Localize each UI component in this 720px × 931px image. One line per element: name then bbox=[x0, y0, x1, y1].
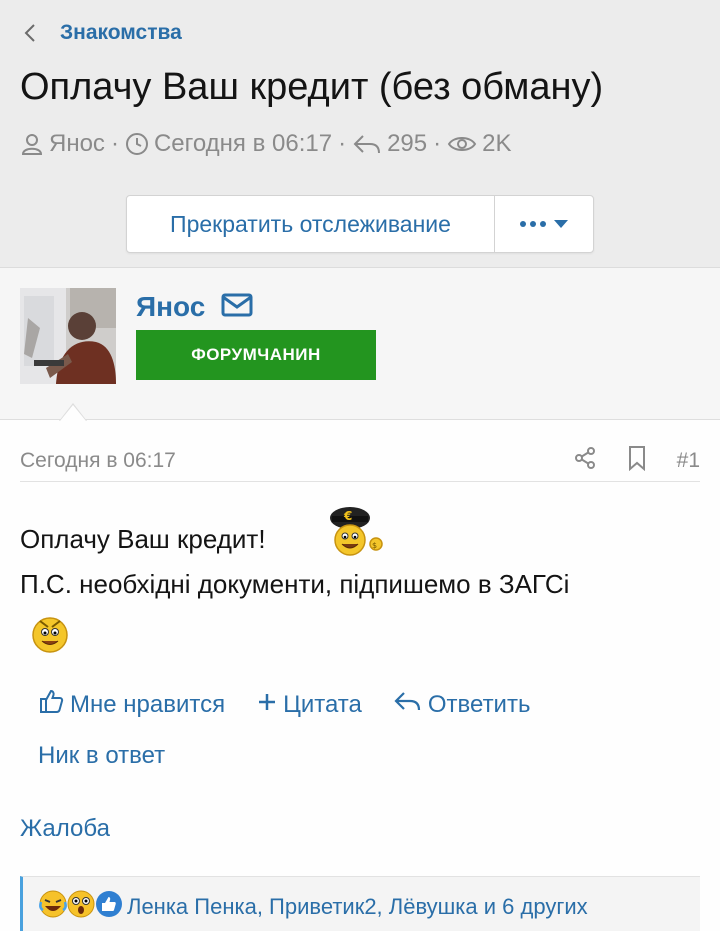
like-reaction-icon bbox=[93, 888, 125, 926]
quote-button[interactable]: Цитата bbox=[257, 691, 362, 719]
svg-text:€: € bbox=[343, 509, 352, 523]
post-actions: Мне нравится Цитата Ответить bbox=[38, 688, 530, 721]
plus-icon bbox=[257, 691, 277, 719]
reply-icon bbox=[352, 132, 382, 156]
unwatch-button[interactable]: Прекратить отслеживание bbox=[127, 196, 495, 252]
user-role-badge: ФОРУМЧАНИН bbox=[136, 330, 376, 380]
like-label[interactable]: Мне нравится bbox=[70, 691, 225, 719]
reply-label[interactable]: Ответить bbox=[428, 691, 531, 719]
thread-title: Оплачу Ваш кредит (без обману) bbox=[20, 66, 604, 108]
thread-toolbar: Прекратить отслеживание bbox=[126, 195, 594, 253]
nick-reply-button[interactable]: Ник в ответ bbox=[38, 742, 165, 770]
thumbs-up-icon bbox=[38, 688, 64, 721]
breadcrumb-link[interactable]: Знакомства bbox=[60, 21, 182, 45]
reaction-icons bbox=[37, 888, 122, 926]
clock-icon bbox=[125, 132, 149, 156]
reactions-bar[interactable]: Ленка Пенка, Приветик2, Лёвушка и 6 друг… bbox=[20, 876, 700, 931]
thread-date[interactable]: Сегодня в 06:17 bbox=[154, 130, 332, 158]
bookmark-icon[interactable] bbox=[627, 445, 647, 477]
reply-arrow-icon bbox=[394, 689, 422, 720]
chevron-left-icon[interactable] bbox=[20, 18, 40, 48]
reply-button[interactable]: Ответить bbox=[394, 689, 531, 720]
username-link[interactable]: Янос bbox=[136, 291, 205, 323]
thread-meta: Янос · Сегодня в 06:17 · 295 · 2K bbox=[20, 128, 511, 160]
post-number[interactable]: #1 bbox=[677, 449, 700, 473]
post-text-line-2: П.С. необхідні документи, підпишемо в ЗА… bbox=[20, 569, 570, 599]
post-date[interactable]: Сегодня в 06:17 bbox=[20, 449, 176, 473]
envelope-icon[interactable] bbox=[221, 293, 253, 322]
post-text-line-1: Оплачу Ваш кредит! bbox=[20, 524, 266, 554]
post-header: Сегодня в 06:17 #1 bbox=[20, 440, 700, 482]
svg-text:$: $ bbox=[372, 541, 377, 550]
share-icon[interactable] bbox=[573, 446, 597, 476]
report-button[interactable]: Жалоба bbox=[20, 815, 110, 843]
eye-icon bbox=[447, 132, 477, 156]
breadcrumb[interactable]: Знакомства bbox=[20, 18, 182, 48]
view-count: 2K bbox=[482, 130, 512, 157]
more-icon bbox=[520, 221, 546, 227]
smiley-icon bbox=[28, 611, 72, 660]
user-icon bbox=[20, 132, 44, 156]
reply-count: 295 bbox=[387, 130, 428, 157]
caret-down-icon bbox=[554, 220, 568, 228]
more-menu-button[interactable] bbox=[495, 196, 593, 252]
like-button[interactable]: Мне нравится bbox=[38, 688, 225, 721]
quote-label[interactable]: Цитата bbox=[283, 691, 362, 719]
money-smiley-icon: € $ bbox=[326, 502, 388, 563]
reactions-text[interactable]: Ленка Пенка, Приветик2, Лёвушка и 6 друг… bbox=[127, 894, 588, 920]
post-username: Янос bbox=[136, 291, 253, 323]
thread-header: Знакомства Оплачу Ваш кредит (без обману… bbox=[0, 0, 720, 268]
thread-author[interactable]: Янос bbox=[49, 130, 105, 158]
avatar[interactable] bbox=[20, 288, 116, 384]
